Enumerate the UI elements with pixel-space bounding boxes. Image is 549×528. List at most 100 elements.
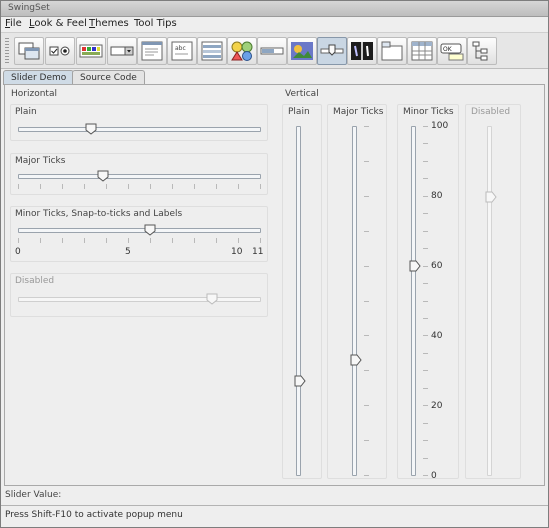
progress-bar-button[interactable] [257, 37, 287, 65]
tick-mark [260, 238, 261, 243]
vertical-disabled-track [485, 126, 497, 476]
tree-button[interactable] [467, 37, 497, 65]
vertical-plain-track[interactable] [294, 126, 306, 476]
vertical-minor-thumb[interactable] [409, 260, 421, 272]
vertical-tick-label: 60 [431, 261, 443, 271]
vertical-major-track[interactable] [350, 126, 362, 476]
vertical-plain-thumb[interactable] [294, 375, 306, 387]
checkbox-radio-button[interactable] [45, 37, 75, 65]
menu-themes[interactable]: Themes [89, 18, 129, 29]
tick-mark [238, 184, 239, 189]
toolbar-grip[interactable] [5, 38, 9, 65]
tick-mark [128, 238, 129, 243]
tick-mark [423, 458, 428, 459]
tick-mark [364, 475, 369, 476]
split-pane-button[interactable] [347, 37, 377, 65]
horizontal-plain-thumb[interactable] [85, 123, 97, 135]
tick-mark [216, 238, 217, 243]
vertical-plain-label: Plain [288, 107, 310, 117]
horizontal-major-track[interactable] [18, 170, 261, 182]
tick-mark [423, 126, 428, 127]
tree-icon [472, 41, 488, 61]
slider-value-label: Slider Value: [5, 490, 62, 500]
horizontal-minor-track[interactable] [18, 224, 261, 236]
vertical-minor-ticks [423, 126, 428, 476]
color-chooser-icon [79, 44, 103, 58]
tick-mark [423, 248, 428, 249]
tabbed-pane-button[interactable] [377, 37, 407, 65]
tooltip-button[interactable]: OK [437, 37, 467, 65]
horizontal-major-panel: Major Ticks [10, 153, 268, 195]
tab-strip: Slider Demo Source Code [1, 69, 548, 85]
horizontal-tick-label: 0 [15, 247, 21, 257]
svg-text:OK: OK [443, 46, 453, 53]
tab-slider-demo[interactable]: Slider Demo [3, 70, 75, 85]
tick-mark [194, 238, 195, 243]
table-icon [411, 41, 433, 61]
split-pane-icon [351, 42, 373, 60]
tick-mark [423, 178, 428, 179]
title-bar[interactable]: SwingSet [1, 1, 548, 17]
horizontal-minor-thumb[interactable] [144, 224, 156, 236]
file-chooser-button[interactable] [137, 37, 167, 65]
scroll-pane-icon [291, 42, 313, 60]
horizontal-disabled-track [18, 293, 261, 305]
tick-mark [423, 370, 428, 371]
vertical-major-label: Major Ticks [333, 107, 384, 117]
tick-mark [423, 283, 428, 284]
horizontal-major-thumb[interactable] [97, 170, 109, 182]
horizontal-disabled-label: Disabled [15, 276, 55, 286]
html-editor-button[interactable]: abc [167, 37, 197, 65]
vertical-minor-panel: Minor Ticks 100 80 60 40 20 0 [397, 104, 459, 481]
horizontal-major-label: Major Ticks [15, 156, 66, 166]
tick-mark [423, 475, 428, 476]
slider-button[interactable] [317, 37, 347, 65]
vertical-major-thumb[interactable] [350, 354, 362, 366]
combobox-button[interactable] [107, 37, 137, 65]
tick-mark [62, 184, 63, 189]
option-pane-button[interactable] [227, 37, 257, 65]
slider-icon [320, 44, 344, 56]
tick-mark [423, 196, 428, 197]
status-bar: Press Shift-F10 to activate popup menu [1, 505, 548, 527]
table-button[interactable] [407, 37, 437, 65]
toolbar: abc OK [1, 32, 548, 69]
tick-mark [364, 161, 369, 162]
tick-mark [364, 231, 369, 232]
menu-tool-tips[interactable]: Tool Tips [134, 18, 177, 29]
tab-source-code[interactable]: Source Code [72, 70, 145, 85]
tick-mark [364, 440, 369, 441]
horizontal-plain-track[interactable] [18, 123, 261, 135]
horizontal-minor-label: Minor Ticks, Snap-to-ticks and Labels [15, 209, 183, 219]
tick-mark [423, 353, 428, 354]
list-button[interactable] [197, 37, 227, 65]
horizontal-plain-panel: Plain [10, 104, 268, 141]
horizontal-tick-label: 10 [231, 247, 243, 257]
vertical-minor-track[interactable] [409, 126, 421, 476]
internal-frame-button[interactable] [14, 37, 44, 65]
menu-file[interactable]: File [5, 18, 22, 29]
tick-mark [40, 184, 41, 189]
combobox-icon [110, 46, 134, 56]
tick-mark [150, 184, 151, 189]
vertical-disabled-thumb [485, 191, 497, 203]
tick-mark [364, 126, 369, 127]
color-chooser-button[interactable] [76, 37, 106, 65]
vertical-tick-label: 40 [431, 331, 443, 341]
tick-mark [423, 213, 428, 214]
tick-mark [423, 161, 428, 162]
file-chooser-icon [141, 41, 163, 61]
html-editor-icon: abc [171, 41, 193, 61]
scroll-pane-button[interactable] [287, 37, 317, 65]
menu-look-and-feel[interactable]: Look & Feel [29, 18, 87, 29]
horizontal-tick-label: 11 [252, 247, 264, 257]
tabbed-pane-icon [381, 41, 403, 61]
tick-mark [423, 143, 428, 144]
svg-text:abc: abc [175, 45, 186, 52]
list-icon [201, 41, 223, 61]
tick-mark [194, 184, 195, 189]
vertical-plain-panel: Plain [282, 104, 322, 479]
tick-mark [423, 405, 428, 406]
tick-mark [84, 238, 85, 243]
tick-mark [423, 335, 428, 336]
